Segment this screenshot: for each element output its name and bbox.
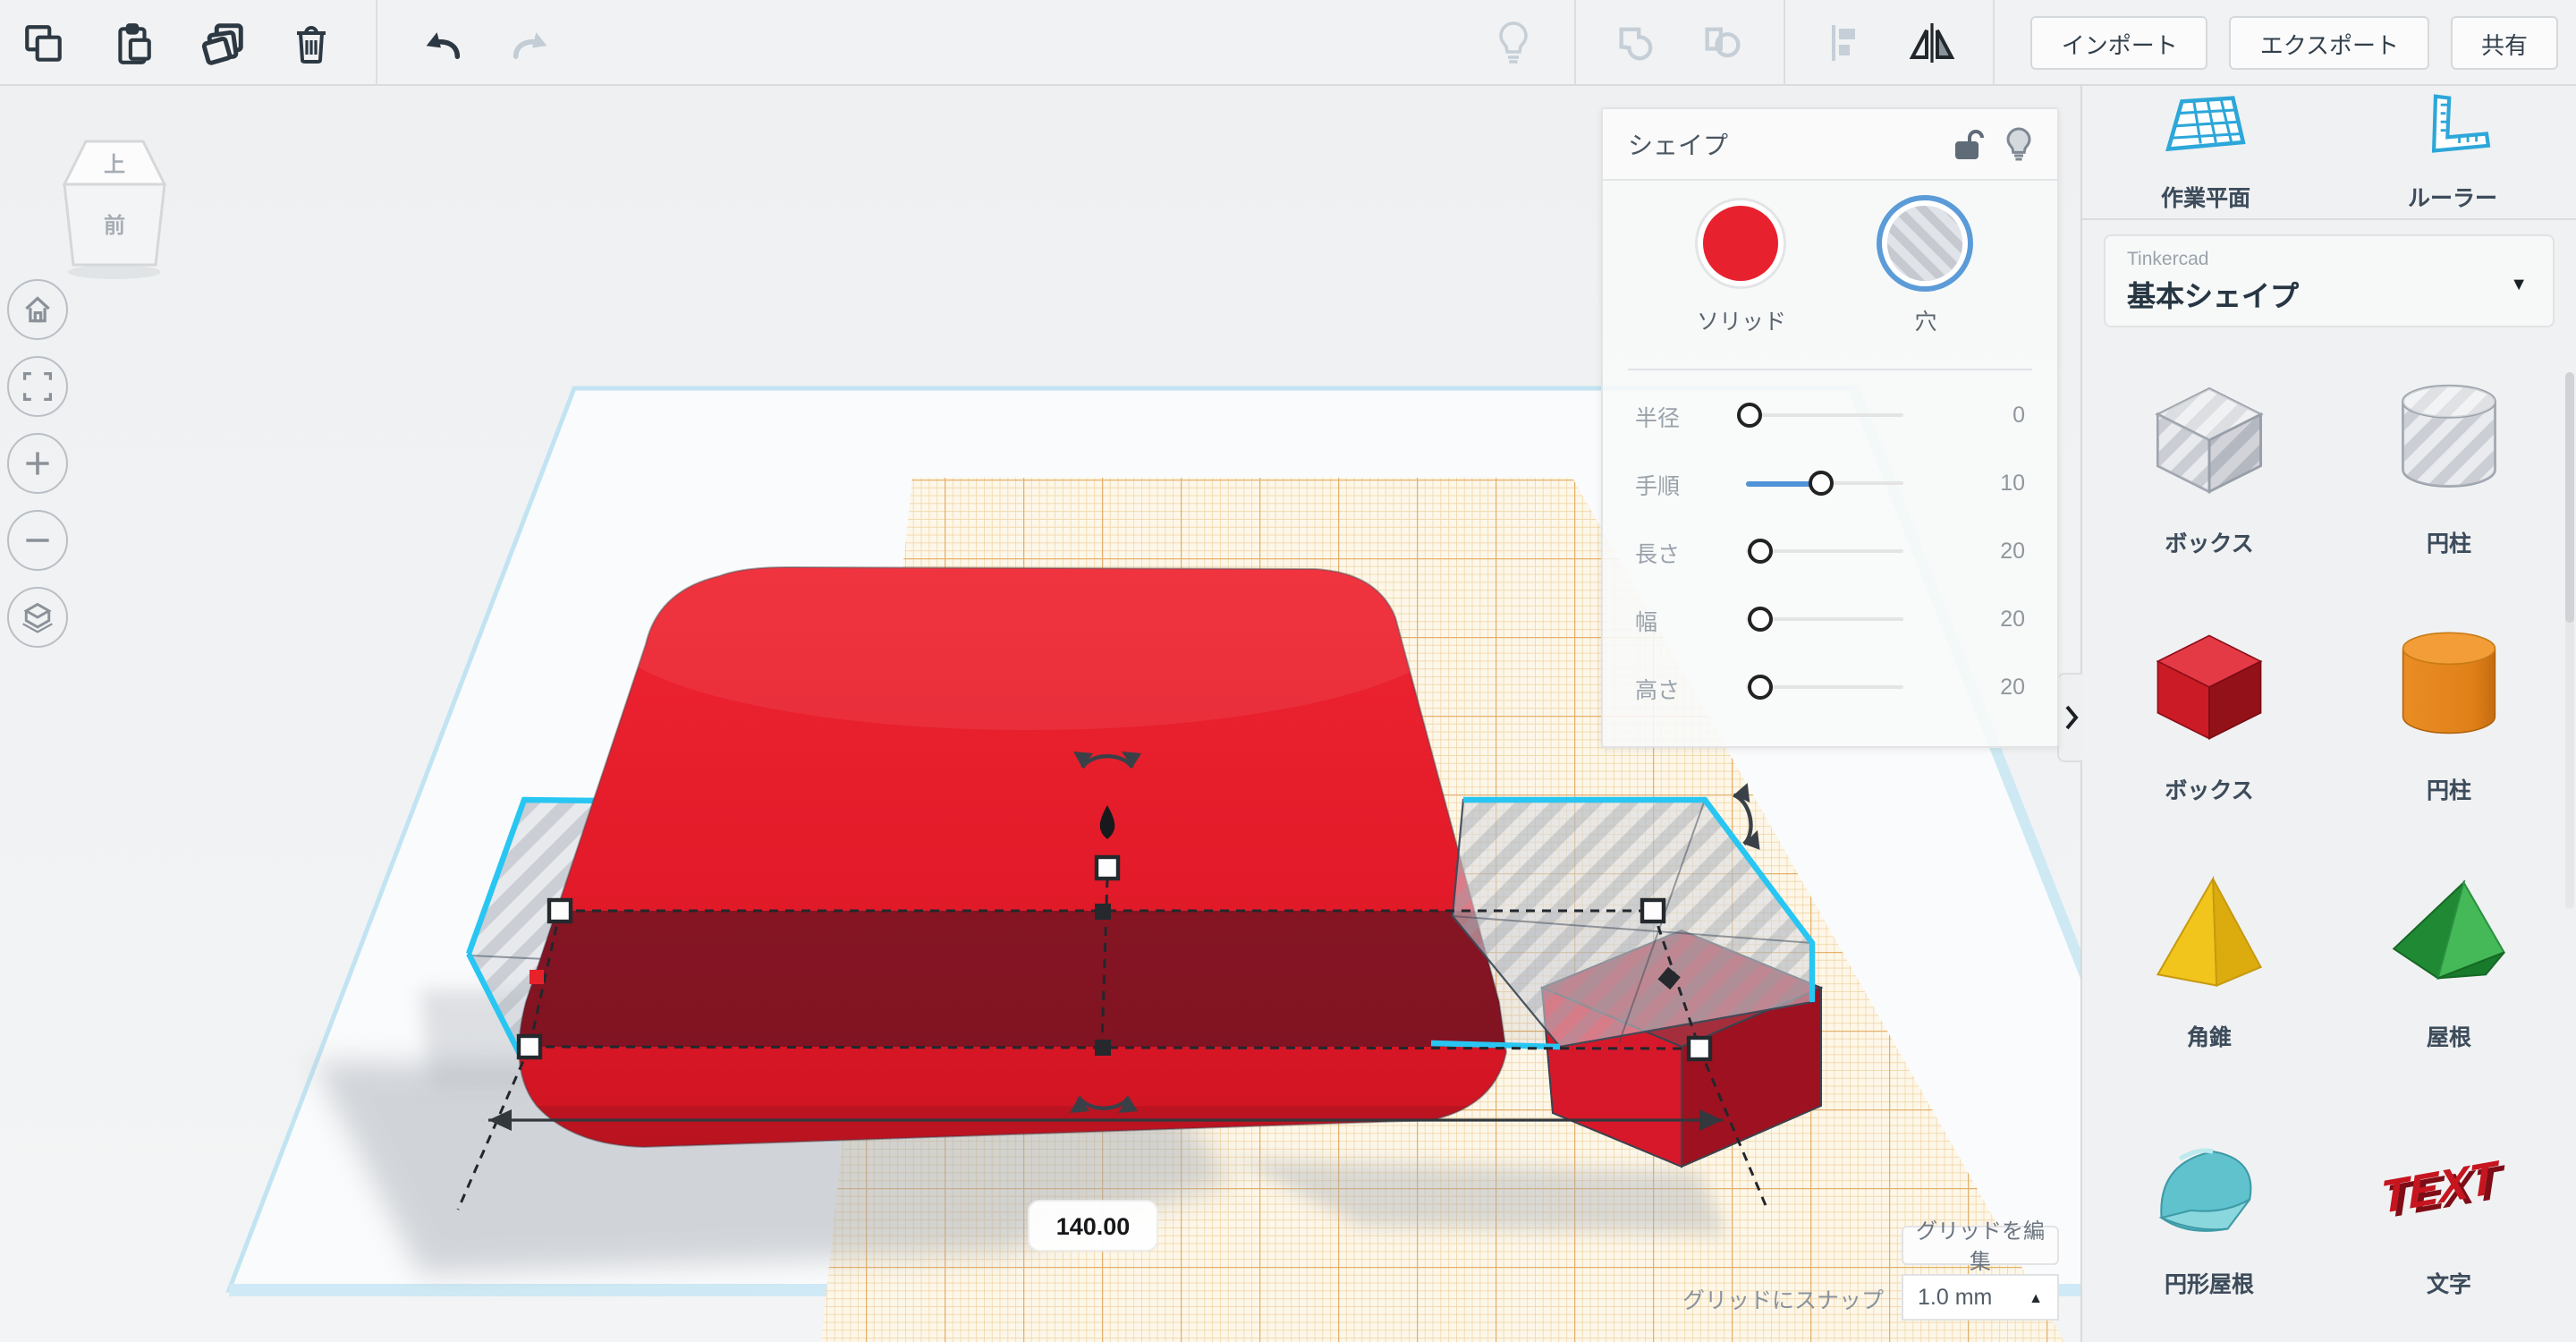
ruler-icon (2411, 91, 2494, 168)
paste-icon[interactable] (107, 18, 157, 68)
toolbar-separator (1993, 0, 1996, 86)
unlock-icon[interactable] (1953, 128, 1984, 160)
gallery-item-cylinder-solid[interactable]: 円柱 (2329, 599, 2569, 846)
dimension-label[interactable]: 140.00 (1028, 1200, 1158, 1252)
undo-icon[interactable] (417, 18, 467, 68)
chevron-up-icon: ▲ (2029, 1289, 2043, 1305)
gallery-item-roof[interactable]: 屋根 (2329, 846, 2569, 1093)
hole-label: 穴 (1914, 310, 1937, 335)
ruler-label: ルーラー (2407, 186, 2497, 211)
delete-icon[interactable] (286, 18, 336, 68)
radius-slider[interactable] (1736, 403, 1903, 428)
svg-text:上: 上 (104, 153, 125, 177)
slider-height: 高さ 20 (1635, 675, 2025, 702)
navigation-buttons (7, 279, 68, 648)
width-slider[interactable] (1746, 607, 1903, 632)
toolbar-separator (1574, 0, 1577, 86)
corner-handle[interactable] (1686, 1035, 1713, 1062)
gallery-item-box-hole[interactable]: ボックス (2089, 352, 2329, 599)
redo-icon[interactable] (506, 18, 556, 68)
library-name: 基本シェイプ (2127, 283, 2300, 313)
gallery-item-box-solid[interactable]: ボックス (2089, 599, 2329, 846)
slider-length: 長さ 20 (1635, 539, 2025, 566)
workplane-icon (2165, 91, 2247, 168)
mirror-icon[interactable] (1908, 18, 1958, 68)
panel-header: シェイプ (1603, 109, 2057, 181)
svg-text:前: 前 (104, 213, 125, 238)
slider-steps: 手順 10 (1635, 471, 2025, 498)
solid-swatch[interactable] (1703, 206, 1779, 281)
panel-title: シェイプ (1628, 130, 1728, 158)
zoom-in-button[interactable] (7, 433, 68, 494)
snap-controls: グリッドにスナップ 1.0 mm ▲ (1538, 1274, 2059, 1321)
gallery-item-text[interactable]: TEXT TEXT 文字 (2329, 1093, 2569, 1340)
edit-grid-button[interactable]: グリッドを編集 (1902, 1219, 2059, 1274)
shape-inspector-panel: シェイプ ソリッド 穴 半径 0 手順 10 長さ 20 幅 20 高さ 20 (1601, 107, 2059, 748)
top-toolbar: インポート エクスポート 共有 (0, 0, 2576, 86)
group-icon[interactable] (1613, 18, 1663, 68)
sidebar-divider (2082, 218, 2576, 220)
zoom-out-button[interactable] (7, 510, 68, 571)
workplane-tool[interactable]: 作業平面 (2082, 86, 2329, 218)
toolbar-separator (1784, 0, 1786, 86)
ungroup-icon[interactable] (1699, 18, 1749, 68)
slider-width: 幅 20 (1635, 607, 2025, 634)
tinkercad-app: 140.00 インポート エクスポート 共有 上 前 シェイプ ソリッド 穴 半… (0, 0, 2576, 1342)
height-slider[interactable] (1746, 675, 1903, 700)
hole-anchor-dot[interactable] (530, 970, 544, 984)
shapes-sidebar: 作業平面 ルーラー Tinkercad 基本シェイプ ▼ ボックス 円柱 ボック… (2080, 86, 2576, 1342)
svg-text:140.00: 140.00 (1056, 1213, 1131, 1240)
corner-handle[interactable] (1640, 897, 1666, 924)
align-icon[interactable] (1822, 18, 1872, 68)
gallery-item-pyramid[interactable]: 角錐 (2089, 846, 2329, 1093)
shape-library-dropdown[interactable]: Tinkercad 基本シェイプ ▼ (2104, 234, 2555, 327)
snap-label: グリッドにスナップ (1682, 1287, 1884, 1312)
shape-sliders: 半径 0 手順 10 長さ 20 幅 20 高さ 20 (1603, 370, 2057, 746)
hint-light-icon[interactable] (1489, 18, 1539, 68)
duplicate-icon[interactable] (197, 18, 247, 68)
gallery-item-cylinder-hole[interactable]: 円柱 (2329, 352, 2569, 599)
perspective-toggle-button[interactable] (7, 587, 68, 648)
workplane-label: 作業平面 (2160, 186, 2250, 211)
ruler-tool[interactable]: ルーラー (2329, 86, 2576, 218)
solid-hole-selector: ソリッド 穴 (1603, 181, 2057, 354)
scale-handle-top[interactable] (1094, 854, 1121, 881)
hole-option[interactable]: 穴 (1887, 206, 1963, 336)
library-brand: Tinkercad (2127, 249, 2209, 270)
solid-label: ソリッド (1696, 310, 1786, 335)
sidebar-scrollbar[interactable] (2565, 372, 2574, 909)
share-button[interactable]: 共有 (2450, 16, 2558, 70)
toolbar-separator (376, 0, 377, 86)
svg-text:TEXT: TEXT (2383, 1150, 2502, 1223)
steps-slider[interactable] (1746, 471, 1903, 496)
copy-icon[interactable] (18, 18, 68, 68)
sidebar-collapse-tab[interactable] (2057, 673, 2082, 762)
gallery-item-round-roof[interactable]: 円形屋根 (2089, 1093, 2329, 1340)
snap-grid-select[interactable]: 1.0 mm ▲ (1902, 1274, 2059, 1321)
sidebar-tools: 作業平面 ルーラー (2082, 86, 2576, 218)
shape-gallery: ボックス 円柱 ボックス 円柱 角錐 屋根 円形屋根 TEXT TEXT 文字 (2082, 342, 2576, 1342)
export-button[interactable]: エクスポート (2229, 16, 2429, 70)
lightbulb-icon[interactable] (2005, 127, 2032, 161)
edge-handle[interactable] (1095, 904, 1111, 920)
home-view-button[interactable] (7, 279, 68, 340)
import-button[interactable]: インポート (2030, 16, 2208, 70)
fit-view-button[interactable] (7, 356, 68, 417)
corner-handle[interactable] (516, 1033, 543, 1060)
corner-handle[interactable] (547, 897, 573, 924)
view-cube[interactable]: 上 前 (57, 136, 172, 292)
chevron-down-icon: ▼ (2510, 276, 2528, 295)
edge-handle[interactable] (1095, 1040, 1111, 1056)
solid-option[interactable]: ソリッド (1697, 206, 1786, 336)
hole-swatch[interactable] (1887, 206, 1963, 281)
length-slider[interactable] (1746, 539, 1903, 564)
slider-radius: 半径 0 (1635, 403, 2025, 430)
